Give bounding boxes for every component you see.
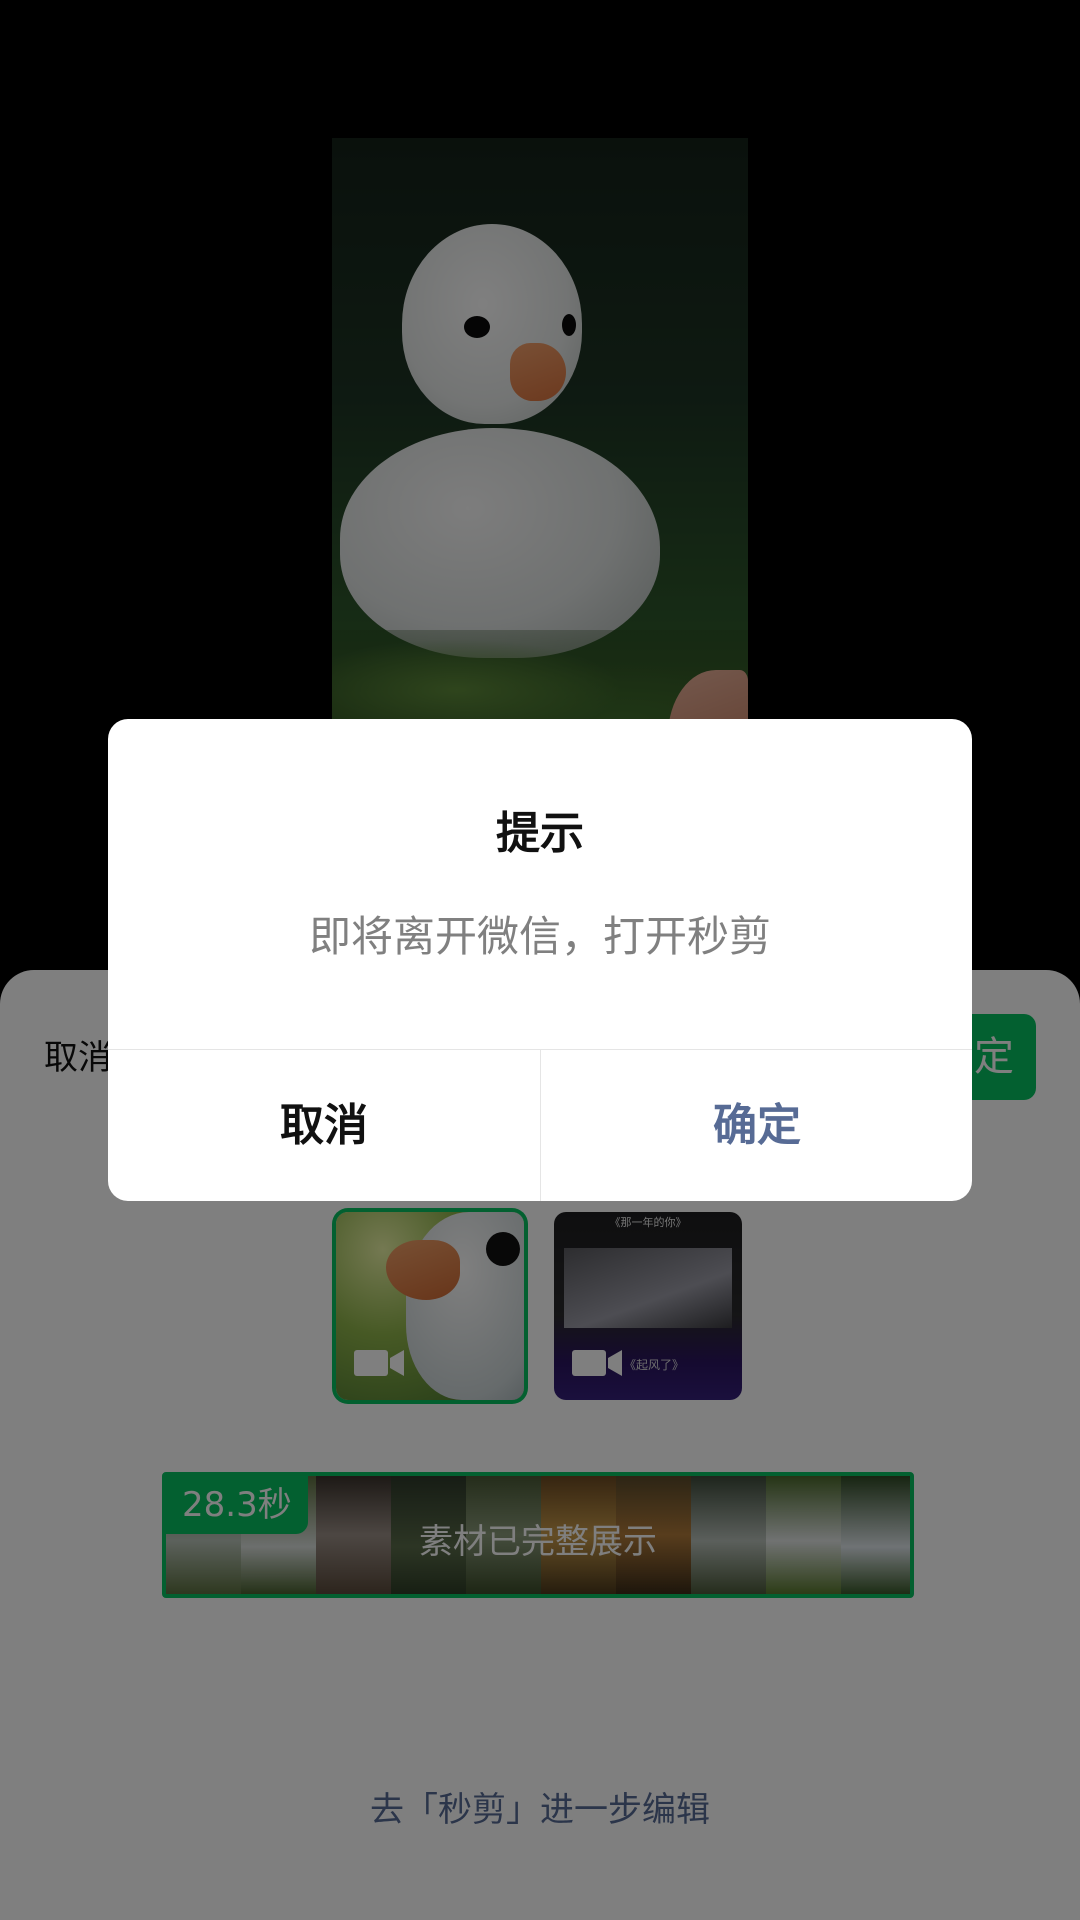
screen: 取消 确定 《那一年的你》 《起风了》	[0, 0, 1080, 1920]
dialog-message: 即将离开微信，打开秒剪	[308, 912, 771, 961]
dialog-title: 提示	[496, 808, 584, 859]
dialog-cancel-button[interactable]: 取消	[108, 1050, 540, 1201]
dialog-confirm-button[interactable]: 确定	[541, 1050, 972, 1201]
confirm-dialog: 提示 即将离开微信，打开秒剪 取消 确定	[108, 719, 972, 1201]
